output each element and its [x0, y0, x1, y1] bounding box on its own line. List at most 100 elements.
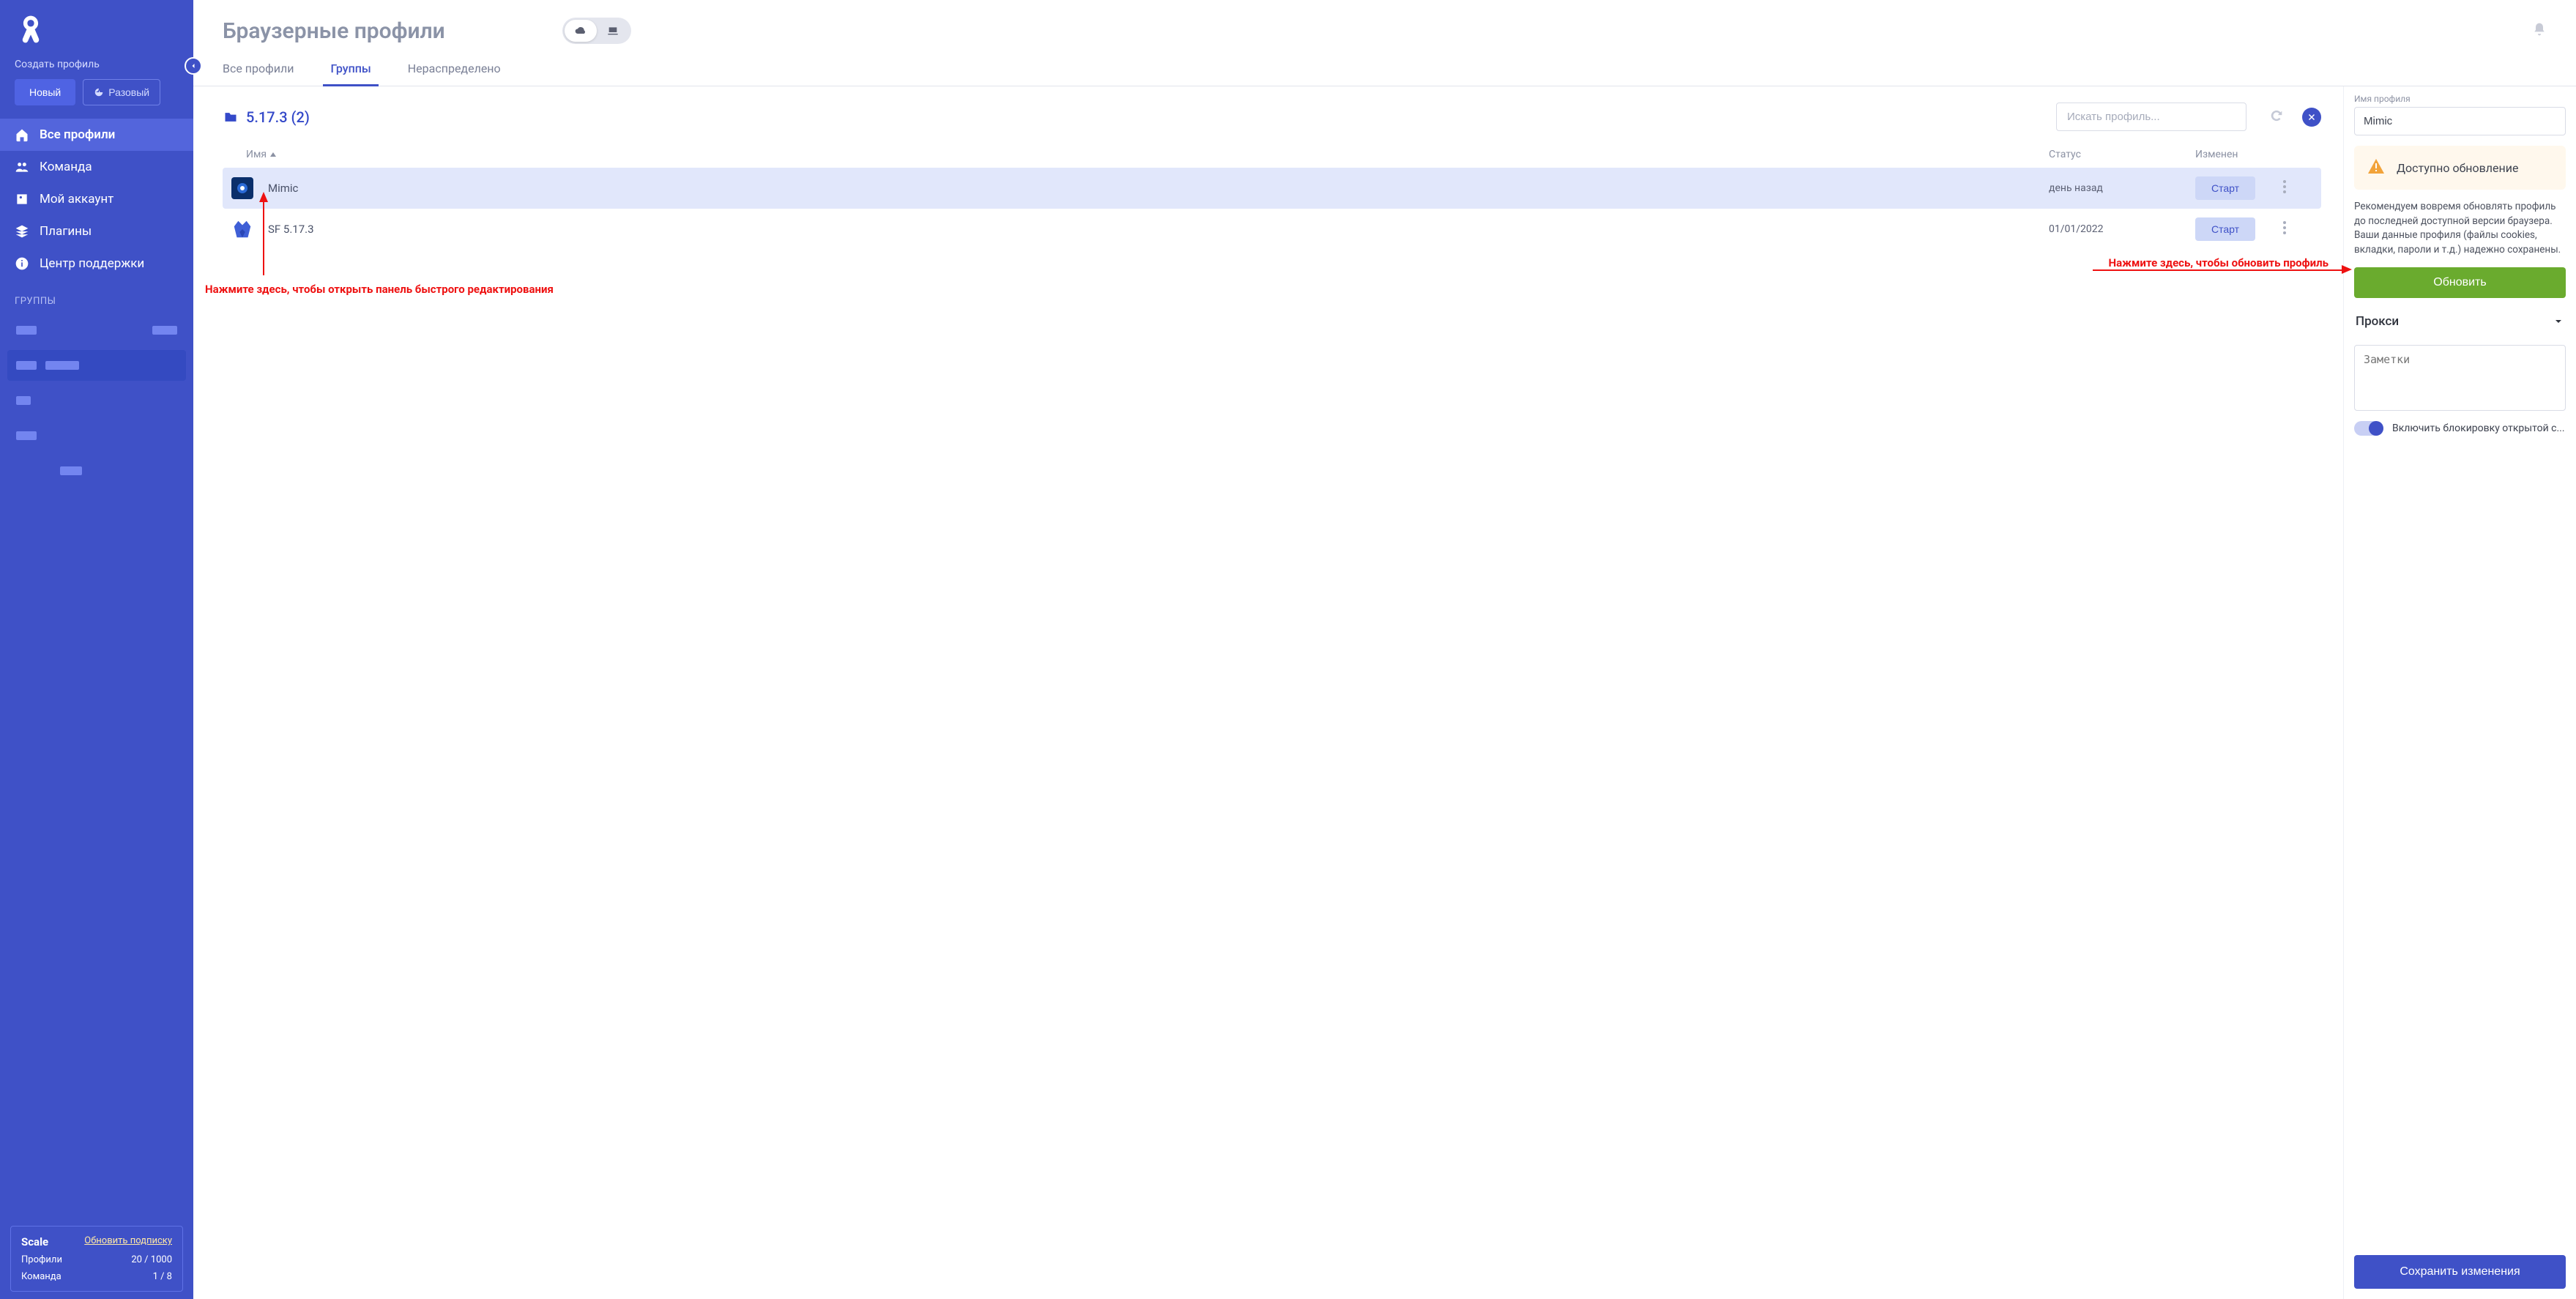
profile-name-label: Имя профиля	[2354, 94, 2566, 104]
annotation-arrow-icon	[2093, 269, 2342, 271]
nav-plugins-label: Плагины	[40, 224, 92, 239]
search-input[interactable]	[2056, 103, 2246, 131]
tab-groups[interactable]: Группы	[330, 53, 371, 86]
session-lock-label: Включить блокировку открытой с...	[2392, 423, 2565, 434]
annotation-left: Нажмите здесь, чтобы открыть панель быст…	[205, 283, 554, 296]
tabs: Все профили Группы Нераспределено	[193, 53, 2576, 86]
table-row[interactable]: SF 5.17.3 01/01/2022 Старт	[223, 209, 2321, 250]
sort-asc-icon	[269, 151, 277, 158]
row-modified: 01/01/2022	[2049, 223, 2195, 235]
info-icon	[15, 256, 29, 271]
annotation-right: Нажмите здесь, чтобы обновить профиль	[2109, 256, 2329, 269]
browser-icon-stealthfox	[231, 218, 253, 240]
nav-account[interactable]: Мой аккаунт	[0, 183, 193, 215]
notes-input[interactable]	[2354, 345, 2566, 411]
col-status[interactable]: Статус	[2049, 149, 2195, 160]
close-icon	[2307, 113, 2316, 122]
nav-all-profiles-label: Все профили	[40, 127, 115, 142]
refresh-button[interactable]	[2268, 108, 2285, 127]
start-button[interactable]: Старт	[2195, 176, 2255, 200]
notifications-button[interactable]	[2532, 22, 2547, 40]
folder-name-label: 5.17.3 (2)	[246, 108, 310, 126]
local-mode-button[interactable]	[597, 20, 629, 42]
plan-name: Scale	[21, 1235, 48, 1248]
row-modified: день назад	[2049, 182, 2195, 194]
main: Браузерные профили Все профили Группы Не…	[193, 0, 2576, 1299]
tab-unassigned[interactable]: Нераспределено	[408, 53, 501, 86]
proxy-section-header[interactable]: Прокси	[2354, 308, 2566, 335]
bell-icon	[2532, 22, 2547, 37]
upgrade-link[interactable]: Обновить подписку	[84, 1235, 172, 1248]
table-row[interactable]: Mimic день назад Старт	[223, 168, 2321, 209]
home-icon	[15, 127, 29, 142]
group-item[interactable]	[7, 315, 186, 346]
nav-team[interactable]: Команда	[0, 151, 193, 183]
team-value: 1 / 8	[153, 1271, 172, 1282]
col-modified[interactable]: Изменен	[2195, 149, 2283, 160]
row-more-button[interactable]	[2283, 180, 2312, 196]
folder-icon	[223, 110, 239, 124]
nav-plugins[interactable]: Плагины	[0, 215, 193, 247]
row-more-button[interactable]	[2283, 221, 2312, 237]
group-item[interactable]	[7, 385, 186, 416]
update-available-label: Доступно обновление	[2397, 161, 2518, 175]
groups-header-label: ГРУППЫ	[15, 296, 56, 307]
quick-profile-button[interactable]: Разовый	[83, 79, 160, 105]
create-profile-label: Создать профиль	[0, 56, 193, 79]
profiles-label: Профили	[21, 1254, 62, 1265]
tab-all-profiles[interactable]: Все профили	[223, 53, 294, 86]
subscription-box: Scale Обновить подписку Профили 20 / 100…	[10, 1226, 183, 1292]
account-icon	[15, 192, 29, 206]
annotation-arrow-icon	[263, 202, 264, 275]
collapse-sidebar-button[interactable]	[185, 57, 202, 75]
chevron-down-icon	[2553, 316, 2564, 327]
warning-icon	[2367, 157, 2385, 178]
group-item[interactable]	[7, 455, 186, 486]
cloud-icon	[575, 25, 587, 37]
cloud-mode-button[interactable]	[565, 20, 597, 42]
team-icon	[15, 160, 29, 174]
sort-icon[interactable]	[165, 294, 179, 308]
save-button[interactable]: Сохранить изменения	[2354, 1255, 2566, 1289]
col-name[interactable]: Имя	[246, 149, 1932, 160]
annotation-arrow-icon	[259, 192, 268, 202]
table-header: Имя Статус Изменен	[223, 144, 2321, 168]
quick-profile-label: Разовый	[108, 86, 149, 98]
annotation-arrow-icon	[2342, 265, 2352, 274]
profile-name-input[interactable]	[2354, 107, 2566, 135]
start-button[interactable]: Старт	[2195, 217, 2255, 241]
col-name-label: Имя	[246, 149, 267, 160]
update-available-banner: Доступно обновление	[2354, 146, 2566, 190]
nav-support[interactable]: Центр поддержки	[0, 247, 193, 280]
row-name: SF 5.17.3	[268, 223, 1932, 236]
session-lock-toggle[interactable]	[2354, 421, 2383, 436]
group-item[interactable]	[7, 420, 186, 451]
profile-list-area: 5.17.3 (2) Имя Статус	[193, 86, 2343, 1299]
nav-support-label: Центр поддержки	[40, 256, 144, 271]
sidebar: Создать профиль Новый Разовый Все профил…	[0, 0, 193, 1299]
team-label: Команда	[21, 1271, 62, 1282]
nav-all-profiles[interactable]: Все профили	[0, 119, 193, 151]
browser-icon-mimic	[231, 177, 253, 199]
page-title: Браузерные профили	[223, 18, 445, 44]
proxy-section-label: Прокси	[2356, 314, 2399, 329]
refresh-icon	[2268, 108, 2285, 124]
new-profile-button[interactable]: Новый	[15, 79, 75, 105]
nav-team-label: Команда	[40, 160, 92, 174]
group-item[interactable]	[7, 350, 186, 381]
group-list	[0, 315, 193, 491]
app-logo	[0, 0, 193, 56]
view-mode-toggle	[562, 18, 631, 44]
timer-icon	[94, 87, 104, 97]
plugins-icon	[15, 224, 29, 239]
laptop-icon	[607, 25, 619, 37]
close-panel-button[interactable]	[2302, 108, 2321, 127]
quick-edit-panel: Имя профиля Доступно обновление Рекоменд…	[2343, 86, 2576, 1299]
update-button[interactable]: Обновить	[2354, 267, 2566, 298]
groups-header: ГРУППЫ	[0, 280, 193, 315]
folder-title[interactable]: 5.17.3 (2)	[223, 108, 310, 126]
row-name: Mimic	[268, 182, 1932, 195]
profiles-value: 20 / 1000	[131, 1254, 172, 1265]
nav-account-label: Мой аккаунт	[40, 192, 113, 206]
update-description: Рекомендуем вовремя обновлять профиль до…	[2354, 200, 2566, 257]
